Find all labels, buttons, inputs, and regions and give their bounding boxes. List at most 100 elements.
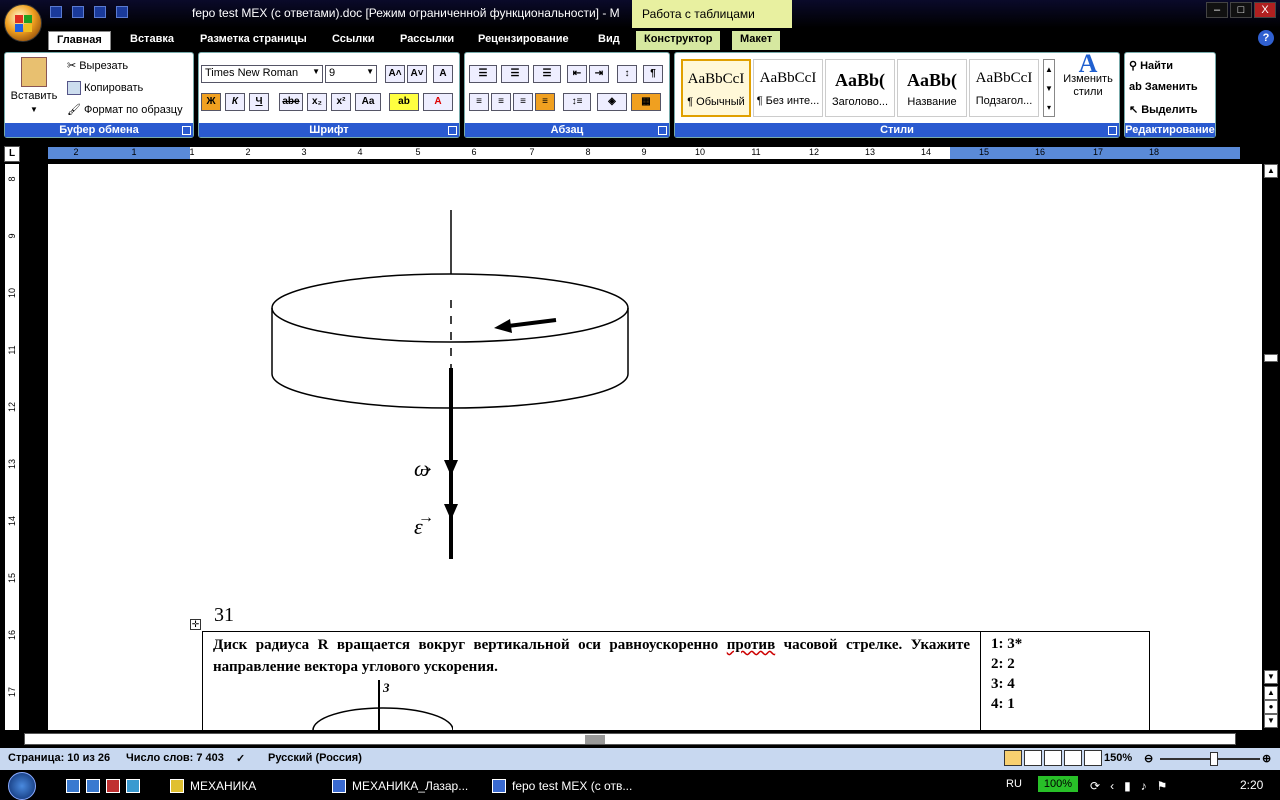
media-icon[interactable] (106, 779, 120, 793)
language-indicator[interactable]: Русский (Россия) (268, 752, 362, 764)
paste-button[interactable]: Вставить ▼ (9, 57, 59, 114)
find-button[interactable]: ⚲ Найти (1129, 59, 1173, 73)
task-mechanics-folder[interactable]: МЕХАНИКА (164, 774, 262, 798)
vertical-ruler[interactable]: 8 9 10 11 12 13 14 15 16 17 (0, 164, 24, 730)
strikethrough-button[interactable]: abe (279, 93, 303, 111)
tab-references[interactable]: Ссылки (324, 31, 383, 50)
zoom-in-icon[interactable]: ⊕ (1262, 752, 1271, 765)
align-right-button[interactable]: ≡ (513, 93, 533, 111)
web-layout-icon[interactable] (1044, 750, 1062, 766)
task-mechanics-doc[interactable]: МЕХАНИКА_Лазар... (326, 774, 474, 798)
italic-button[interactable]: К (225, 93, 245, 111)
increase-indent-button[interactable]: ⇥ (589, 65, 609, 83)
numbering-button[interactable]: ☰ (501, 65, 529, 83)
font-name-combo[interactable]: Times New Roman ▼ (201, 65, 323, 83)
subscript-button[interactable]: x₂ (307, 93, 327, 111)
chevron-left-icon[interactable]: ‹ (1110, 779, 1114, 793)
tab-selector-button[interactable]: L (4, 146, 20, 162)
page-counter[interactable]: Страница: 10 из 26 (8, 752, 110, 764)
battery-indicator[interactable]: 100% (1038, 776, 1078, 792)
style-normal[interactable]: AaBbCcI ¶ Обычный (681, 59, 751, 117)
format-painter-button[interactable]: 🖌 Формат по образцу (67, 103, 183, 117)
print-layout-icon[interactable] (1004, 750, 1022, 766)
vertical-scrollbar[interactable]: ▲ ▼ ▲ ● ▼ (1262, 164, 1280, 730)
replace-button[interactable]: ab Заменить (1129, 81, 1198, 93)
superscript-button[interactable]: x² (331, 93, 351, 111)
prev-page-icon[interactable]: ▲ (1264, 686, 1278, 700)
align-left-button[interactable]: ≡ (469, 93, 489, 111)
flag-icon[interactable]: ⚑ (1157, 779, 1168, 793)
draft-icon[interactable] (1084, 750, 1102, 766)
tab-insert[interactable]: Вставка (122, 31, 182, 50)
answers-cell[interactable]: 1: 3* 2: 2 3: 4 4: 1 (981, 632, 1151, 730)
spellcheck-icon[interactable]: ✓ (236, 752, 245, 765)
help-icon[interactable]: ? (1258, 30, 1274, 46)
horizontal-ruler[interactable]: L 2 1 1 2 3 4 5 6 7 8 9 10 11 12 13 14 15 16 17 18 (0, 142, 1280, 164)
bullets-button[interactable]: ☰ (469, 65, 497, 83)
language-tray[interactable]: RU (1006, 778, 1022, 790)
change-styles-button[interactable]: A Изменить стили (1059, 51, 1117, 99)
select-browse-object-icon[interactable]: ● (1264, 700, 1278, 714)
start-button[interactable] (8, 772, 36, 800)
tab-home[interactable]: Главная (48, 31, 111, 50)
switch-windows-icon[interactable] (86, 779, 100, 793)
signal-icon[interactable]: ▮ (1124, 779, 1131, 793)
tab-layout[interactable]: Макет (732, 31, 781, 50)
cut-button[interactable]: ✂ Вырезать (67, 59, 128, 73)
tab-design[interactable]: Конструктор (636, 31, 721, 50)
volume-icon[interactable]: ♪ (1141, 779, 1147, 793)
task-fepo-doc[interactable]: fepo test MEX (с отв... (486, 774, 638, 798)
maximize-button[interactable]: □ (1230, 2, 1252, 18)
underline-button[interactable]: Ч (249, 93, 269, 111)
style-subtitle[interactable]: AaBbCcI Подзагол... (969, 59, 1039, 117)
paragraph-dialog-launcher[interactable] (658, 126, 667, 135)
font-dialog-launcher[interactable] (448, 126, 457, 135)
redo-icon[interactable] (94, 6, 106, 18)
style-no-spacing[interactable]: AaBbCcI ¶ Без инте... (753, 59, 823, 117)
bold-button[interactable]: Ж (201, 93, 221, 111)
style-heading1[interactable]: AaBb( Заголово... (825, 59, 895, 117)
shrink-font-button[interactable]: A˅ (407, 65, 427, 83)
sort-button[interactable]: ↕ (617, 65, 637, 83)
tab-review[interactable]: Рецензирование (470, 31, 577, 50)
show-desktop-icon[interactable] (66, 779, 80, 793)
tab-view[interactable]: Вид (590, 31, 628, 50)
multilevel-list-button[interactable]: ☰ (533, 65, 561, 83)
clock[interactable]: 2:20 (1240, 778, 1263, 792)
outline-icon[interactable] (1064, 750, 1082, 766)
question-text-cell[interactable]: Диск радиуса R вращается вокруг вертикал… (203, 632, 981, 730)
next-page-icon[interactable]: ▼ (1264, 714, 1278, 728)
style-title[interactable]: AaBb( Название (897, 59, 967, 117)
undo-icon[interactable] (72, 6, 84, 18)
network-icon[interactable]: ⟳ (1090, 779, 1100, 793)
decrease-indent-button[interactable]: ⇤ (567, 65, 587, 83)
office-button[interactable] (4, 4, 42, 42)
styles-dialog-launcher[interactable] (1108, 126, 1117, 135)
line-spacing-button[interactable]: ↕≡ (563, 93, 591, 111)
document-page[interactable]: ω → ε → ✛ 31 Диск радиуса R вращается во… (48, 164, 1262, 730)
zoom-slider-thumb[interactable] (1210, 752, 1218, 766)
save-icon[interactable] (50, 6, 62, 18)
horizontal-scroll-thumb[interactable] (585, 735, 605, 744)
show-marks-button[interactable]: ¶ (643, 65, 663, 83)
close-button[interactable]: X (1254, 2, 1276, 18)
copy-button[interactable]: Копировать (67, 81, 143, 95)
minimize-button[interactable]: – (1206, 2, 1228, 18)
full-screen-reading-icon[interactable] (1024, 750, 1042, 766)
align-center-button[interactable]: ≡ (491, 93, 511, 111)
scroll-down-icon[interactable]: ▼ (1264, 670, 1278, 684)
clear-format-button[interactable]: A (433, 65, 453, 83)
font-size-combo[interactable]: 9 ▼ (325, 65, 377, 83)
borders-button[interactable]: ▦ (631, 93, 661, 111)
zoom-level[interactable]: 150% (1104, 752, 1132, 764)
zoom-out-icon[interactable]: ⊖ (1144, 752, 1153, 765)
horizontal-scrollbar[interactable] (0, 730, 1262, 748)
grow-font-button[interactable]: A˄ (385, 65, 405, 83)
justify-button[interactable]: ≡ (535, 93, 555, 111)
tab-page-layout[interactable]: Разметка страницы (192, 31, 315, 50)
browser-icon[interactable] (126, 779, 140, 793)
font-color-button[interactable]: A (423, 93, 453, 111)
styles-gallery-scroll[interactable]: ▲ ▼ ▾ (1043, 59, 1055, 117)
tab-mailings[interactable]: Рассылки (392, 31, 462, 50)
highlight-color-button[interactable]: ab (389, 93, 419, 111)
